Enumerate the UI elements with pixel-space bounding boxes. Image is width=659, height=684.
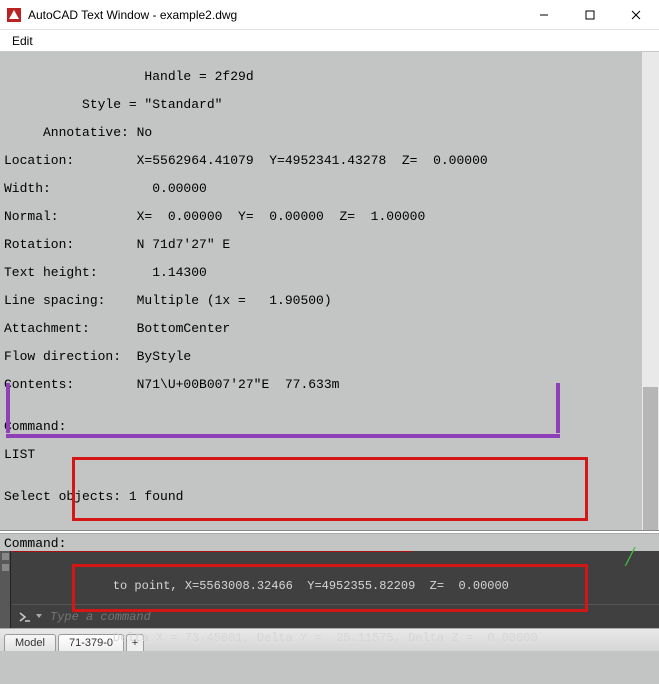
menubar: Edit — [0, 30, 659, 52]
out-line: Style = "Standard" — [4, 98, 655, 112]
menu-edit[interactable]: Edit — [6, 32, 39, 50]
minimize-button[interactable] — [521, 0, 567, 29]
hist-line: Delta X = 73.45801, Delta Y = 25.11575, … — [12, 632, 659, 645]
out-line: Normal: X= 0.00000 Y= 0.00000 Z= 1.00000 — [4, 210, 655, 224]
maximize-button[interactable] — [567, 0, 613, 29]
scrollbar-track[interactable] — [642, 52, 659, 530]
chevron-down-icon — [36, 614, 42, 618]
commandline-panel: to point, X=5563008.32466 Y=4952355.8220… — [0, 551, 659, 628]
close-icon — [631, 10, 641, 20]
minimize-icon — [539, 10, 549, 20]
autocad-app-icon — [6, 7, 22, 23]
command-prompt-icon[interactable] — [16, 608, 34, 626]
commandline-sidebar[interactable] — [0, 551, 11, 628]
annotation-red-line — [12, 551, 412, 553]
out-line: Handle = 2f29d — [4, 70, 655, 84]
text-output-area[interactable]: Handle = 2f29d Style = "Standard" Annota… — [0, 52, 659, 530]
out-line: Rotation: N 71d7'27" E — [4, 238, 655, 252]
out-line: Text height: 1.14300 — [4, 266, 655, 280]
out-line: LIST — [4, 448, 655, 462]
out-line: Width: 0.00000 — [4, 182, 655, 196]
out-line: Select objects: 1 found — [4, 490, 655, 504]
annotation-purple-left — [6, 383, 10, 433]
out-line: Annotative: No — [4, 126, 655, 140]
out-line: Flow direction: ByStyle — [4, 350, 655, 364]
command-input[interactable] — [40, 610, 659, 624]
command-input-row — [12, 604, 659, 628]
out-line: Location: X=5562964.41079 Y=4952341.4327… — [4, 154, 655, 168]
annotation-green-line: ╱ — [625, 552, 635, 565]
out-line: Line spacing: Multiple (1x = 1.90500) — [4, 294, 655, 308]
out-line: Attachment: BottomCenter — [4, 322, 655, 336]
close-button[interactable] — [613, 0, 659, 29]
window-title: AutoCAD Text Window - example2.dwg — [28, 8, 521, 22]
command-label: Command: — [4, 536, 66, 551]
command-history[interactable]: to point, X=5563008.32466 Y=4952355.8220… — [12, 551, 659, 601]
window-controls — [521, 0, 659, 29]
sidebar-grip-icon — [2, 564, 9, 571]
annotation-purple-right — [556, 383, 560, 433]
sidebar-grip-icon — [2, 553, 9, 560]
titlebar: AutoCAD Text Window - example2.dwg — [0, 0, 659, 30]
maximize-icon — [585, 10, 595, 20]
command-label-row: Command: — [0, 533, 659, 551]
annotation-purple-bottom — [6, 434, 560, 438]
scrollbar-thumb[interactable] — [643, 387, 658, 530]
hist-line: to point, X=5563008.32466 Y=4952355.8220… — [12, 580, 659, 593]
